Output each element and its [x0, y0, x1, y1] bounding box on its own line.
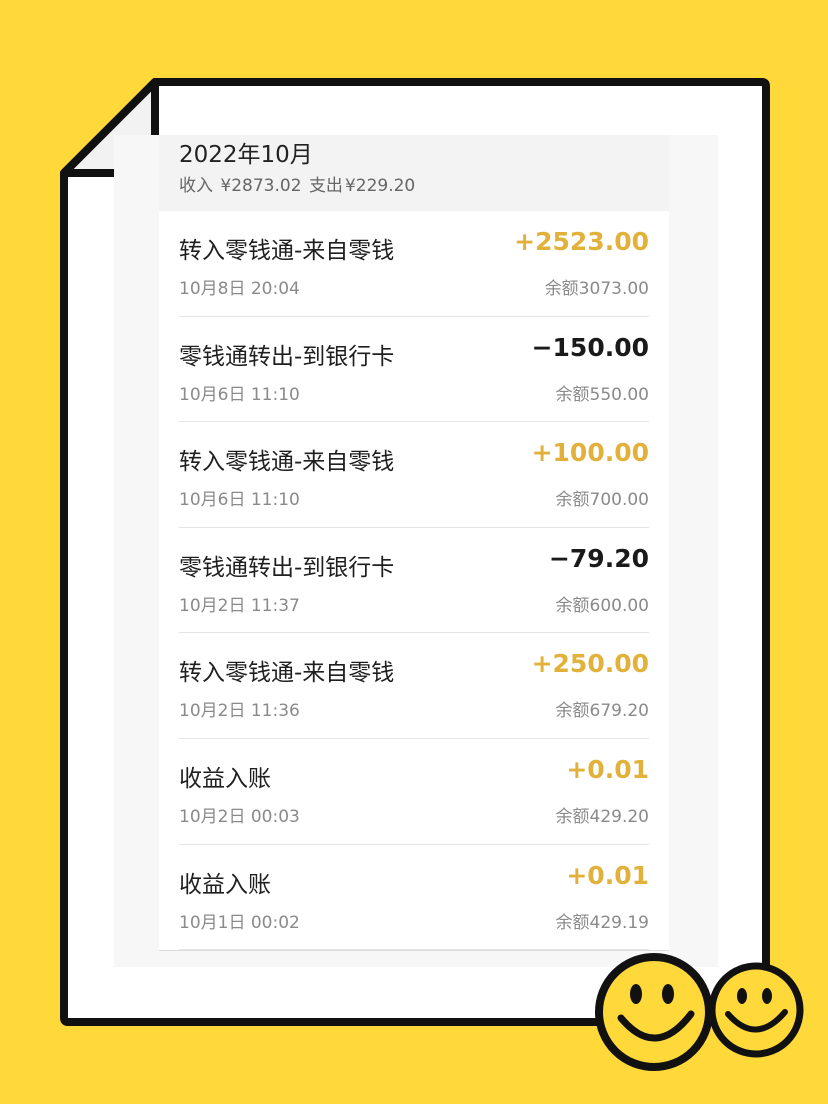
- smileys-decoration: [595, 953, 804, 1071]
- smiley-face-icon: [595, 953, 713, 1071]
- smiley-face-icon: [708, 962, 804, 1058]
